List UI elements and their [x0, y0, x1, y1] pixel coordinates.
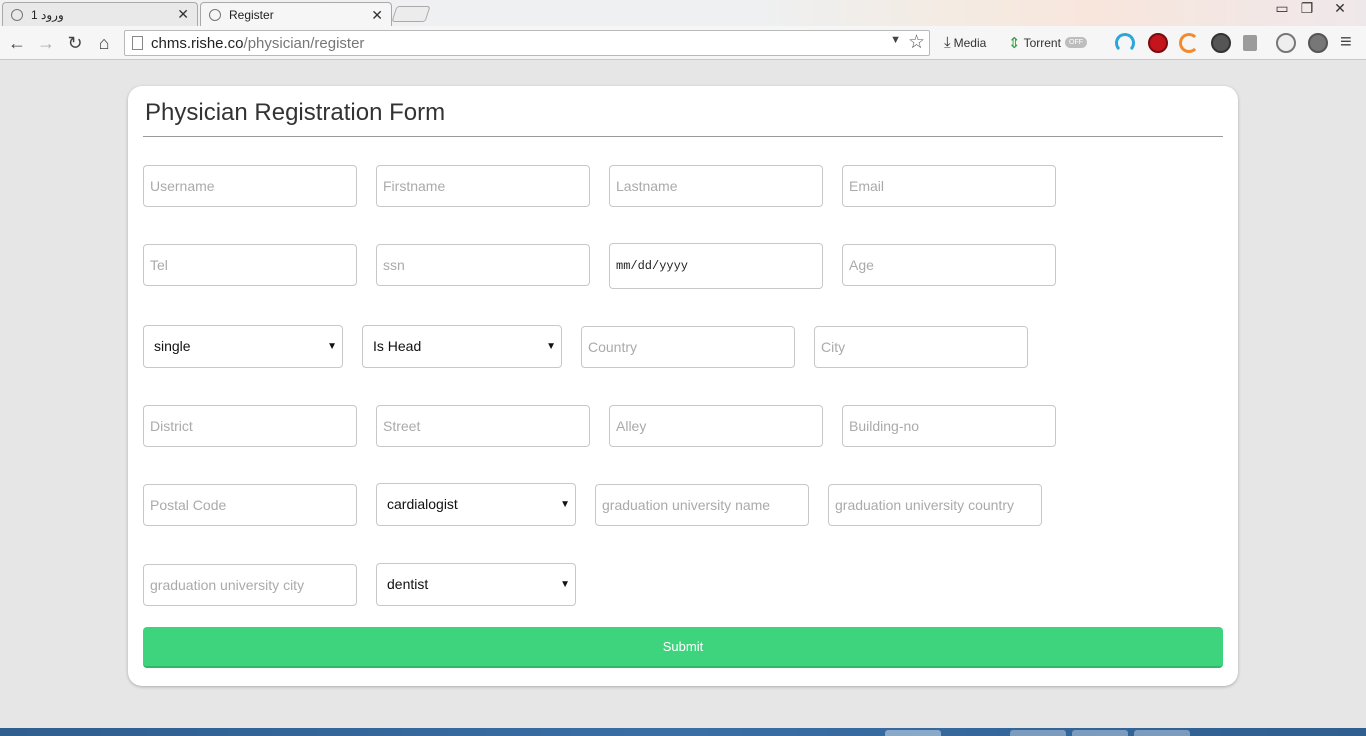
- country-input[interactable]: [581, 326, 795, 368]
- ssn-input[interactable]: [376, 244, 590, 286]
- alley-input[interactable]: [609, 405, 823, 447]
- adblock-stop-icon[interactable]: [1148, 33, 1168, 53]
- tab-title: Register: [229, 8, 274, 22]
- url-path: /physician/register: [243, 34, 365, 52]
- restore-icon[interactable]: ❐: [1293, 0, 1321, 18]
- back-icon[interactable]: ←: [6, 32, 28, 54]
- forward-icon[interactable]: →: [35, 32, 57, 54]
- taskbar-item[interactable]: [1134, 730, 1190, 736]
- profession-select[interactable]: dentist ▼: [376, 563, 576, 606]
- torrent-toggle[interactable]: OFF: [1065, 37, 1087, 48]
- download-error-icon[interactable]: [1243, 35, 1257, 51]
- media-download-icon: ⤓: [944, 34, 951, 51]
- dropdown-arrow-icon: ▼: [546, 341, 556, 352]
- tab-login[interactable]: ورود 1 ✕: [2, 2, 198, 26]
- birthdate-input[interactable]: mm/dd/yyyy: [609, 243, 823, 289]
- torrent-arrows-icon: ⇕: [1008, 35, 1021, 52]
- minimize-icon[interactable]: ▭: [1268, 0, 1296, 18]
- tab-register[interactable]: Register ✕: [200, 2, 392, 27]
- grad-university-name-input[interactable]: [595, 484, 809, 526]
- email-input[interactable]: [842, 165, 1056, 207]
- submit-button[interactable]: Submit: [143, 627, 1223, 668]
- tel-input[interactable]: [143, 244, 357, 286]
- marital-status-select[interactable]: single ▼: [143, 325, 343, 368]
- bookmark-star-icon[interactable]: ☆: [908, 31, 925, 54]
- close-window-icon[interactable]: ✕: [1326, 0, 1354, 18]
- orange-c-icon[interactable]: [1179, 33, 1199, 53]
- torrent-extension[interactable]: ⇕ Torrent: [1008, 34, 1061, 52]
- media-label: Media: [953, 35, 987, 50]
- building-no-input[interactable]: [842, 405, 1056, 447]
- address-bar[interactable]: chms.rishe.co /physician/register ▼ ☆: [124, 30, 930, 56]
- dropdown-arrow-icon: ▼: [560, 499, 570, 510]
- select-value: single: [154, 338, 191, 354]
- headphones-icon[interactable]: [1115, 33, 1135, 53]
- street-input[interactable]: [376, 405, 590, 447]
- film-reel-icon[interactable]: [1211, 33, 1231, 53]
- dropdown-arrow-icon[interactable]: ▼: [890, 34, 901, 46]
- page-title: Physician Registration Form: [145, 99, 446, 126]
- new-tab-button[interactable]: [391, 6, 431, 22]
- close-tab-icon[interactable]: ✕: [371, 7, 383, 24]
- menu-icon[interactable]: ≡: [1340, 31, 1352, 54]
- grad-university-country-input[interactable]: [828, 484, 1042, 526]
- select-value: Is Head: [373, 338, 422, 354]
- select-value: dentist: [387, 576, 429, 592]
- home-icon[interactable]: ⌂: [93, 32, 115, 54]
- globe-icon[interactable]: [1276, 33, 1296, 53]
- taskbar-item[interactable]: [1072, 730, 1128, 736]
- district-input[interactable]: [143, 405, 357, 447]
- city-input[interactable]: [814, 326, 1028, 368]
- torrent-label: Torrent: [1023, 36, 1061, 50]
- title-divider: [143, 136, 1223, 137]
- page-icon: [132, 36, 143, 50]
- close-tab-icon[interactable]: ✕: [177, 6, 189, 23]
- taskbar-item[interactable]: [1010, 730, 1066, 736]
- select-value: cardialogist: [387, 496, 458, 512]
- grad-university-city-input[interactable]: [143, 564, 357, 606]
- firstname-input[interactable]: [376, 165, 590, 207]
- tab-title: ورود 1: [31, 7, 64, 22]
- reload-icon[interactable]: ↻: [64, 32, 86, 54]
- age-input[interactable]: [842, 244, 1056, 286]
- url-host: chms.rishe.co: [151, 34, 244, 52]
- lastname-input[interactable]: [609, 165, 823, 207]
- specialty-select[interactable]: cardialogist ▼: [376, 483, 576, 526]
- download-circle-icon[interactable]: [1308, 33, 1328, 53]
- loading-icon: [209, 9, 221, 21]
- is-head-select[interactable]: Is Head ▼: [362, 325, 562, 368]
- loading-icon: [11, 8, 23, 21]
- postal-code-input[interactable]: [143, 484, 357, 526]
- dropdown-arrow-icon: ▼: [327, 341, 337, 352]
- taskbar-item[interactable]: [885, 730, 941, 736]
- username-input[interactable]: [143, 165, 357, 207]
- dropdown-arrow-icon: ▼: [560, 579, 570, 590]
- media-extension[interactable]: ⤓ Media: [944, 34, 986, 51]
